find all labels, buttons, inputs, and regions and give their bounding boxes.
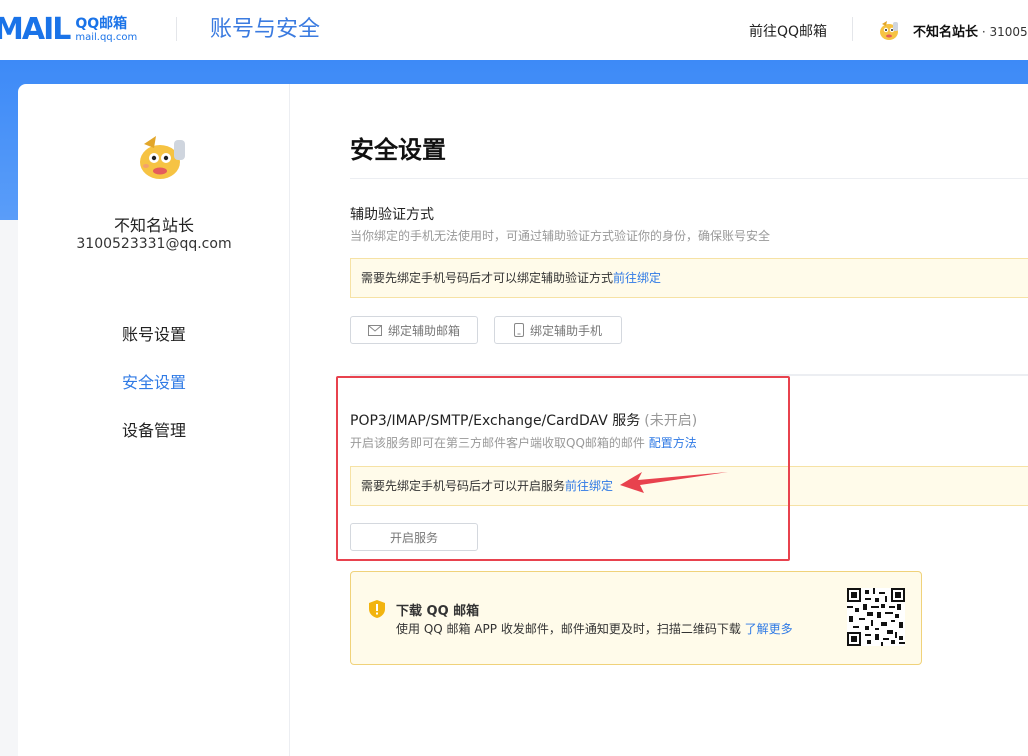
phone-icon <box>513 323 524 337</box>
goto-qq-mail-link[interactable]: 前往QQ邮箱 <box>749 21 827 41</box>
header-divider-2 <box>852 17 853 41</box>
header-user-account: · 31005 <box>978 25 1028 39</box>
aux-bind-phone-link[interactable]: 前往绑定 <box>613 271 661 285</box>
sidebar: 不知名站长 3100523331@qq.com 账号设置 安全设置 设备管理 <box>18 84 290 756</box>
logo-mail-text: MAIL <box>0 12 71 47</box>
download-app-banner: 下载 QQ 邮箱 使用 QQ 邮箱 APP 收发邮件，邮件通知更及时，扫描二维码… <box>350 571 922 665</box>
header-title: 账号与安全 <box>210 17 321 42</box>
header-user-nickname: 不知名站长 <box>913 25 979 40</box>
logo-qq-block: QQ邮箱 mail.qq.com <box>75 17 137 43</box>
sidebar-item-device-management[interactable]: 设备管理 <box>18 420 290 468</box>
aux-verify-title: 辅助验证方式 <box>350 207 434 223</box>
profile-email: 3100523331@qq.com <box>76 236 232 252</box>
download-app-desc: 使用 QQ 邮箱 APP 收发邮件，邮件通知更及时，扫描二维码下载 了解更多 <box>396 620 793 637</box>
download-app-title: 下载 QQ 邮箱 <box>396 604 480 619</box>
qq-mail-logo[interactable]: MAIL QQ邮箱 mail.qq.com <box>0 14 137 46</box>
settings-card: 不知名站长 3100523331@qq.com 账号设置 安全设置 设备管理 安… <box>18 84 1028 756</box>
bind-aux-phone-button[interactable]: 绑定辅助手机 <box>494 316 622 344</box>
title-divider <box>350 178 1028 179</box>
header-user-name[interactable]: 不知名站长 · 31005 <box>913 21 1028 40</box>
sidebar-item-security-settings[interactable]: 安全设置 <box>18 372 290 420</box>
shield-warning-icon <box>369 600 385 618</box>
logo-domain-text: mail.qq.com <box>75 32 138 43</box>
top-header: MAIL QQ邮箱 mail.qq.com 账号与安全 前往QQ邮箱 不知名站长… <box>0 0 1028 60</box>
sidebar-nav: 账号设置 安全设置 设备管理 <box>18 324 290 468</box>
sidebar-item-account-settings[interactable]: 账号设置 <box>18 324 290 372</box>
qr-code-icon <box>847 588 905 646</box>
red-arrow-annotation <box>620 472 728 493</box>
header-divider <box>176 17 177 41</box>
aux-verify-notice-text: 需要先绑定手机号码后才可以绑定辅助验证方式 <box>361 271 614 285</box>
learn-more-link[interactable]: 了解更多 <box>745 622 793 636</box>
profile-avatar-icon <box>140 136 185 179</box>
logo-qq-text: QQ邮箱 <box>75 16 128 32</box>
page-title: 安全设置 <box>350 136 446 164</box>
aux-verify-notice: 需要先绑定手机号码后才可以绑定辅助验证方式前往绑定 <box>350 258 1028 298</box>
download-app-desc-text: 使用 QQ 邮箱 APP 收发邮件，邮件通知更及时，扫描二维码下载 <box>396 622 741 636</box>
bind-aux-email-label: 绑定辅助邮箱 <box>387 323 460 338</box>
aux-verify-desc: 当你绑定的手机无法使用时，可通过辅助验证方式验证你的身份，确保账号安全 <box>350 229 771 243</box>
profile-name: 不知名站长 <box>113 216 194 235</box>
bind-aux-email-button[interactable]: 绑定辅助邮箱 <box>350 316 478 344</box>
mail-icon <box>367 324 382 336</box>
bind-aux-phone-label: 绑定辅助手机 <box>529 323 602 338</box>
user-avatar-icon[interactable] <box>877 18 901 42</box>
